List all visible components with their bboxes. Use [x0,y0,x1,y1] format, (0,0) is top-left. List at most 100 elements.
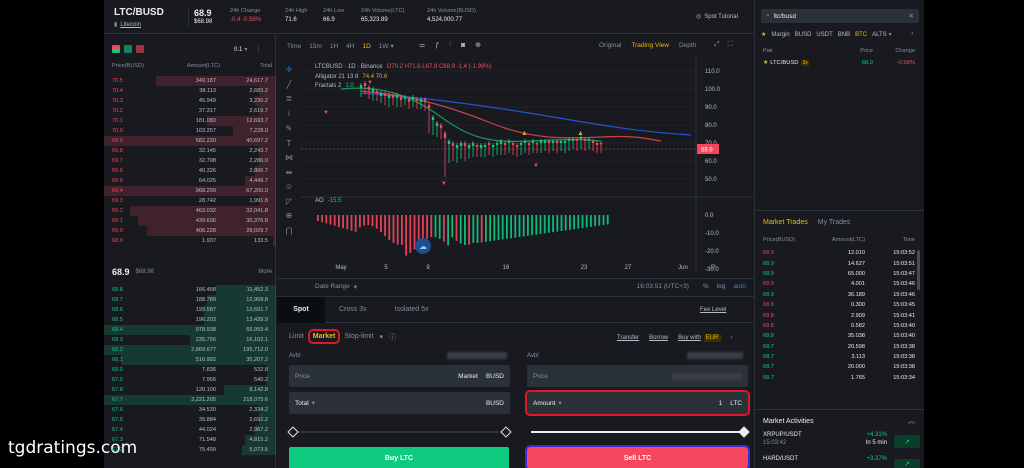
ask-row[interactable]: 70.3 45.949 3,230.2 [104,96,276,106]
ruler-icon[interactable]: ◸ [286,197,292,206]
smile-icon[interactable]: ☺ [285,182,293,191]
crosshair-icon[interactable]: ✛ [286,65,293,74]
bid-row[interactable]: 68.7 188.789 12,969.8 [104,295,276,305]
star-icon[interactable]: ★ [761,31,766,38]
ask-row[interactable]: 69.5 64.025 4,449.7 [104,176,276,186]
close-icon[interactable]: ✕ [909,12,914,20]
transfer-link[interactable]: Transfer [617,335,639,341]
bid-row[interactable]: 67.9 7.956 540.2 [104,375,276,385]
bid-row[interactable]: 68.2 2,869.677 195,712.0 [104,345,276,355]
chevron-right-icon[interactable]: › [911,30,913,37]
ask-row[interactable]: 69.4 968.299 67,200.0 [104,186,276,196]
buy-with-link[interactable]: Buy with [678,335,701,341]
expand-icon[interactable]: ⤢ [714,41,720,49]
pair-row-ltc-busd[interactable]: ★ LTC/BUSD 3x 68.9 -0.58% [763,60,915,66]
buy-slider[interactable] [287,426,512,438]
coin-name-link[interactable]: Litecoin [120,22,141,28]
buy-total-field[interactable]: Total ▾ BUSD [289,392,510,414]
view-bids-icon[interactable] [124,45,132,53]
bid-row[interactable]: 67.8 120.100 8,142.8 [104,385,276,395]
arrow-up-right-icon[interactable]: ↗ [894,435,920,448]
log-toggle[interactable]: log [717,283,726,290]
view-both-icon[interactable] [112,45,120,53]
interval-1D[interactable]: 1D [362,43,370,50]
ask-row[interactable]: 69.2 463.032 32,041.8 [104,206,276,216]
ask-row[interactable]: 69.9 582.220 40,697.2 [104,136,276,146]
more-dots-icon[interactable]: ⋮ [255,46,261,53]
fee-level-link[interactable]: Fee Level [700,307,726,313]
magnet-icon[interactable]: ⋂ [286,226,293,235]
bid-row[interactable]: 68.1 516.992 35,207.2 [104,355,276,365]
interval-4H[interactable]: 4H [346,43,354,50]
ask-row[interactable]: 69.8 32.145 2,243.7 [104,146,276,156]
activity-item[interactable]: XRPUP/USDT +4.31% 15:03:42 In 5 min ↗ [763,432,921,448]
trade-tab[interactable]: Isolated 5x [381,297,443,323]
market-tab[interactable]: BUSD [795,32,812,38]
search-input[interactable]: ltc/busd [774,13,796,20]
pattern-icon[interactable]: ⋈ [285,153,293,162]
interval-1H[interactable]: 1H [330,43,338,50]
bid-row[interactable]: 68.3 235.756 16,102.1 [104,335,276,345]
bid-row[interactable]: 67.6 34.530 2,334.2 [104,405,276,415]
ask-row[interactable]: 69.3 28.742 1,991.8 [104,196,276,206]
zoom-in-icon[interactable]: ⊕ [286,211,293,220]
bid-row[interactable]: 67.5 39.884 2,692.2 [104,415,276,425]
collapse-icon[interactable]: ︽ [908,416,915,426]
measure-icon[interactable]: ⇹ [286,168,293,177]
pair-title[interactable]: LTC/BUSD [114,7,164,18]
interval-15m[interactable]: 15m [309,43,322,50]
activity-item[interactable]: HARD/USDT +3.37% ↗ [763,456,921,468]
ask-row[interactable]: 70.5 349.187 24,617.7 [104,76,276,86]
indicators-icon[interactable]: ƒ [435,42,439,49]
borrow-link[interactable]: Borrow [649,335,668,341]
view-asks-icon[interactable] [136,45,144,53]
bid-row[interactable]: 68.4 978.938 66,959.4 [104,325,276,335]
bid-row[interactable]: 68.0 7.836 532.8 [104,365,276,375]
market-search[interactable]: ⌕ ltc/busd ✕ [761,9,919,23]
tab-market-trades[interactable]: Market Trades [763,219,808,226]
sell-amount-field[interactable]: Amount ▾ 1 LTC [525,390,750,416]
percent-toggle[interactable]: % [703,283,709,290]
market-tab[interactable]: Margin [771,32,789,38]
sell-slider[interactable] [527,426,750,438]
cloud-icon[interactable]: ☁ [415,238,431,254]
bid-row[interactable]: 67.4 44.024 2,967.2 [104,425,276,435]
info-icon[interactable]: ⓘ [389,332,396,342]
camera-icon[interactable]: ◙ [461,42,465,49]
market-tab[interactable]: ALTS [872,32,887,38]
order-type-limit[interactable]: Limit [289,333,304,340]
arrow-up-right-icon[interactable]: ↗ [894,459,920,468]
order-type-stop-limit[interactable]: Stop-limit [344,333,373,340]
coin-info[interactable]: ▮ Litecoin [114,21,141,29]
ask-row[interactable]: 68.9 1.937 133.5 [104,236,276,246]
precision-select[interactable]: 0.1 ▾ ⋮ [234,46,261,54]
trade-tab[interactable]: Spot [277,296,325,323]
buy-ltc-button[interactable]: Buy LTC [289,447,509,468]
ask-row[interactable]: 69.7 32.798 2,286.0 [104,156,276,166]
market-tab[interactable]: USDT [816,32,832,38]
order-type-market[interactable]: Market [307,329,341,344]
tab-my-trades[interactable]: My Trades [818,219,851,226]
bid-row[interactable]: 67.7 3,221.205 218,075.6 [104,395,276,405]
star-icon[interactable]: ★ [763,60,768,66]
buy-price-field[interactable]: Price Market BUSD [289,365,510,387]
view-tab[interactable]: Original [599,42,621,49]
view-tab[interactable]: Depth [679,42,696,49]
multiline-icon[interactable]: ≣ [286,94,293,103]
auto-toggle[interactable]: auto [733,283,746,290]
settings-sliders-icon[interactable]: ⚌ [419,41,425,49]
date-range-button[interactable]: Date Range [315,283,350,290]
view-tab[interactable]: Trading View [631,42,669,49]
ask-row[interactable]: 70.2 37.317 2,619.7 [104,106,276,116]
ask-row[interactable]: 69.6 40.326 2,806.7 [104,166,276,176]
slider-handle[interactable] [287,426,299,438]
pitchfork-icon[interactable]: ⟊ [288,109,290,119]
ask-row[interactable]: 69.0 406.228 28,029.7 [104,226,276,236]
trendline-icon[interactable]: ╱ [287,80,292,89]
slider-handle[interactable] [738,426,750,438]
scrollbar[interactable] [917,250,920,290]
bid-row[interactable]: 68.8 166.458 11,452.3 [104,285,276,295]
chart-type-icon[interactable]: ⫶ [449,41,451,49]
add-icon[interactable]: ⊕ [475,41,481,49]
bid-row[interactable]: 68.6 199.587 13,691.7 [104,305,276,315]
